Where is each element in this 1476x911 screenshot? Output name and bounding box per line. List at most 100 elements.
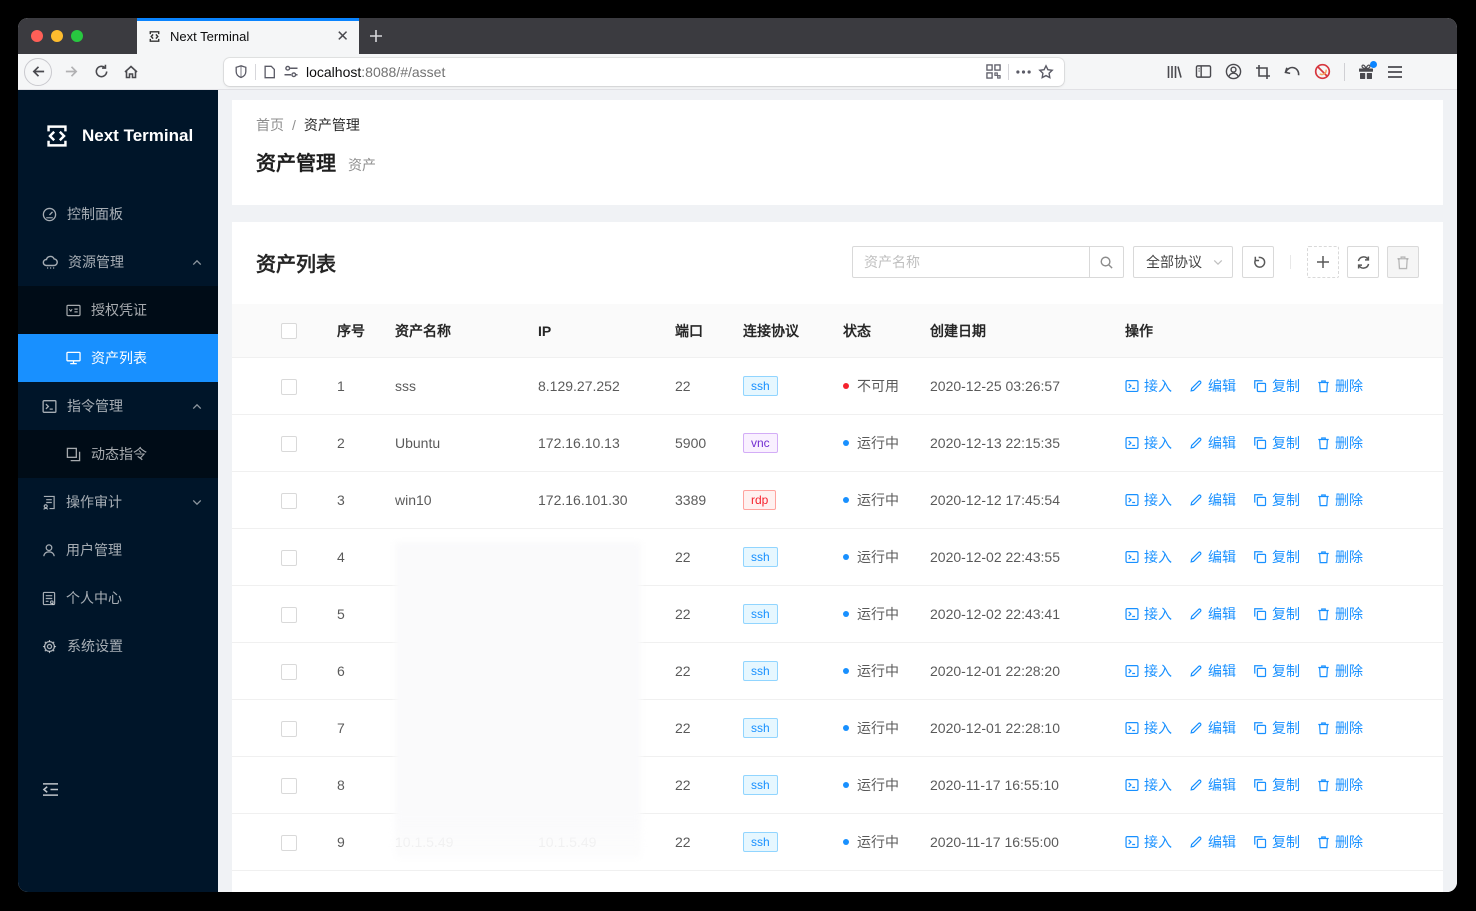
row-action-join[interactable]: 接入 <box>1125 832 1172 852</box>
sidebar-item-settings[interactable]: 系统设置 <box>18 622 218 670</box>
row-action-copy[interactable]: 复制 <box>1253 490 1300 510</box>
row-action-copy[interactable]: 复制 <box>1253 832 1300 852</box>
row-action-edit[interactable]: 编辑 <box>1189 490 1236 510</box>
menu-fold-icon[interactable] <box>42 782 59 797</box>
sidebar-item-asset-list[interactable]: 资产列表 <box>18 334 218 382</box>
qr-extension-icon[interactable] <box>986 64 1001 79</box>
row-action-edit[interactable]: 编辑 <box>1189 661 1236 681</box>
zoom-window-button[interactable] <box>71 30 83 42</box>
row-action-join[interactable]: 接入 <box>1125 718 1172 738</box>
menu-hamburger-icon[interactable] <box>1387 65 1403 79</box>
library-icon[interactable] <box>1166 64 1182 80</box>
row-checkbox[interactable] <box>281 777 297 794</box>
content-blocker-icon[interactable] <box>1314 63 1331 80</box>
sidebar-item-dynamic-commands[interactable]: 动态指令 <box>18 430 218 478</box>
protocol-filter-select[interactable]: 全部协议 <box>1133 246 1233 278</box>
protocol-tag: ssh <box>743 376 778 396</box>
sidebar-item-label: 指令管理 <box>67 398 123 414</box>
url-text[interactable]: localhost:8088/#/asset <box>306 64 979 80</box>
breadcrumb-home[interactable]: 首页 <box>256 117 284 133</box>
sidebar-item-dashboard[interactable]: 控制面板 <box>18 190 218 238</box>
sidebar-item-audit[interactable]: 操作审计 <box>18 478 218 526</box>
row-checkbox[interactable] <box>281 378 297 395</box>
row-action-join[interactable]: 接入 <box>1125 433 1172 453</box>
permissions-icon[interactable] <box>283 65 299 78</box>
row-checkbox[interactable] <box>281 606 297 623</box>
row-checkbox[interactable] <box>281 834 297 851</box>
row-checkbox[interactable] <box>281 435 297 452</box>
row-action-copy[interactable]: 复制 <box>1253 376 1300 396</box>
undo-button[interactable] <box>1242 246 1274 278</box>
row-action-delete[interactable]: 删除 <box>1317 490 1363 510</box>
row-action-copy[interactable]: 复制 <box>1253 718 1300 738</box>
row-action-join[interactable]: 接入 <box>1125 775 1172 795</box>
row-action-edit[interactable]: 编辑 <box>1189 718 1236 738</box>
page-actions-icon[interactable] <box>1016 69 1031 74</box>
row-action-edit[interactable]: 编辑 <box>1189 376 1236 396</box>
protocol-filter-value: 全部协议 <box>1146 254 1202 270</box>
search-icon[interactable] <box>1089 247 1123 277</box>
sidebars-icon[interactable] <box>1195 64 1212 79</box>
close-window-button[interactable] <box>31 30 43 42</box>
row-action-delete[interactable]: 删除 <box>1317 661 1363 681</box>
page-info-icon[interactable] <box>263 65 276 79</box>
sidebar-item-profile[interactable]: 个人中心 <box>18 574 218 622</box>
row-action-join[interactable]: 接入 <box>1125 490 1172 510</box>
select-all-checkbox[interactable] <box>281 323 297 340</box>
refresh-button[interactable] <box>1347 246 1379 278</box>
row-action-join[interactable]: 接入 <box>1125 547 1172 567</box>
breadcrumb-current: 资产管理 <box>303 117 360 133</box>
row-action-copy[interactable]: 复制 <box>1253 775 1300 795</box>
row-checkbox[interactable] <box>281 492 297 509</box>
row-action-edit[interactable]: 编辑 <box>1189 604 1236 624</box>
sidebar-item-resources[interactable]: 资源管理 <box>18 238 218 286</box>
row-action-copy[interactable]: 复制 <box>1253 661 1300 681</box>
url-bar[interactable]: localhost:8088/#/asset <box>224 57 1064 86</box>
minimize-window-button[interactable] <box>51 30 63 42</box>
screenshot-crop-icon[interactable] <box>1255 64 1271 80</box>
home-button[interactable] <box>116 57 146 87</box>
row-action-edit[interactable]: 编辑 <box>1189 433 1236 453</box>
whats-new-gift-icon[interactable] <box>1358 60 1377 80</box>
bookmark-star-icon[interactable] <box>1038 63 1054 80</box>
status-text: 不可用 <box>857 378 899 394</box>
row-checkbox[interactable] <box>281 549 297 566</box>
row-action-delete[interactable]: 删除 <box>1317 433 1363 453</box>
row-checkbox[interactable] <box>281 720 297 737</box>
back-button[interactable] <box>24 57 52 86</box>
row-action-join[interactable]: 接入 <box>1125 376 1172 396</box>
row-action-edit[interactable]: 编辑 <box>1189 547 1236 567</box>
search-input[interactable] <box>853 247 1089 277</box>
sidebar-item-credentials[interactable]: 授权凭证 <box>18 286 218 334</box>
row-action-copy[interactable]: 复制 <box>1253 604 1300 624</box>
status-badge: 运行中 <box>843 547 899 567</box>
row-action-delete[interactable]: 删除 <box>1317 604 1363 624</box>
row-action-edit[interactable]: 编辑 <box>1189 832 1236 852</box>
row-action-delete[interactable]: 删除 <box>1317 775 1363 795</box>
new-tab-button[interactable] <box>359 18 393 54</box>
sidebar-item-users[interactable]: 用户管理 <box>18 526 218 574</box>
undo-history-icon[interactable] <box>1284 64 1301 79</box>
account-icon[interactable] <box>1225 63 1242 80</box>
row-action-edit[interactable]: 编辑 <box>1189 775 1236 795</box>
row-action-join[interactable]: 接入 <box>1125 604 1172 624</box>
add-asset-button[interactable] <box>1307 246 1339 278</box>
row-action-delete[interactable]: 删除 <box>1317 718 1363 738</box>
row-action-copy[interactable]: 复制 <box>1253 433 1300 453</box>
delete-icon <box>1317 493 1330 507</box>
row-action-copy[interactable]: 复制 <box>1253 547 1300 567</box>
tab-close-icon[interactable]: ✕ <box>336 29 349 44</box>
row-action-delete[interactable]: 删除 <box>1317 832 1363 852</box>
url-path: :8088/#/asset <box>361 63 446 80</box>
brand[interactable]: Next Terminal <box>18 90 218 160</box>
row-action-delete[interactable]: 删除 <box>1317 376 1363 396</box>
row-action-join[interactable]: 接入 <box>1125 661 1172 681</box>
sidebar-item-commands[interactable]: 指令管理 <box>18 382 218 430</box>
browser-tab[interactable]: Next Terminal ✕ <box>137 18 359 54</box>
status-dot-icon <box>843 611 849 617</box>
row-checkbox[interactable] <box>281 663 297 680</box>
row-action-delete[interactable]: 删除 <box>1317 547 1363 567</box>
tracking-protection-shield-icon[interactable] <box>234 64 248 79</box>
cell-port: 22 <box>675 777 691 793</box>
reload-button[interactable] <box>86 57 116 87</box>
